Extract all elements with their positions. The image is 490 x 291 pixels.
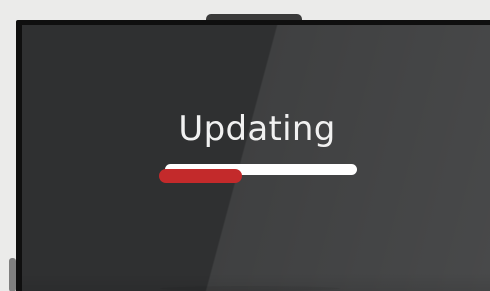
- screen-sheen: [22, 25, 490, 291]
- side-cable: [9, 258, 16, 291]
- update-screen: Updating: [22, 25, 490, 291]
- update-scene: Updating: [0, 0, 490, 291]
- progress-fill: [159, 169, 242, 183]
- progress-bar: [159, 164, 357, 183]
- stand-shadow: [160, 286, 340, 291]
- updating-title: Updating: [178, 109, 336, 149]
